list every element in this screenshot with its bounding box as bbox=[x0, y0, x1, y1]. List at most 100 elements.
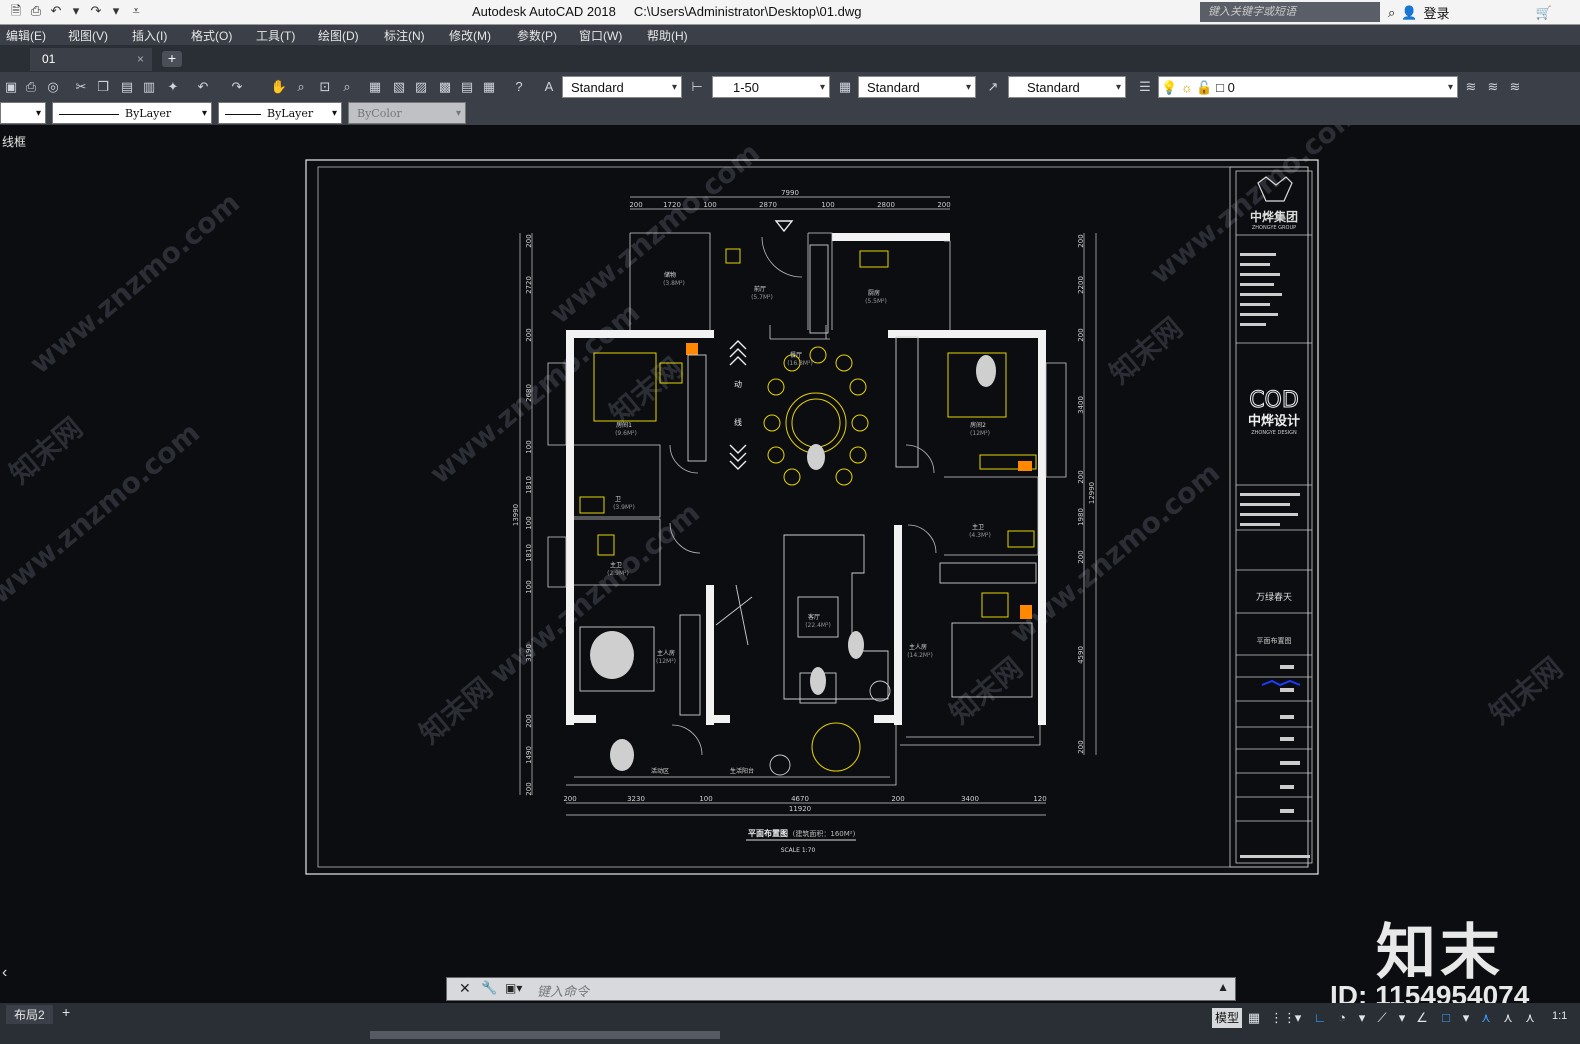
object-snap-icon[interactable]: □ bbox=[1438, 1008, 1454, 1028]
paste-icon[interactable]: ▤ bbox=[118, 78, 136, 96]
layer-previous-icon[interactable]: ≋ bbox=[1484, 78, 1502, 96]
chevron-left-icon[interactable]: ‹ bbox=[2, 964, 7, 982]
dropdown-icon[interactable]: ▾ bbox=[108, 3, 124, 19]
horizontal-scrollbar[interactable] bbox=[370, 1031, 720, 1039]
auto-scale-icon[interactable]: ⋏ bbox=[1500, 1008, 1516, 1028]
tool-palettes-icon[interactable]: ▨ bbox=[412, 78, 430, 96]
menu-edit[interactable]: 编辑(E) bbox=[6, 27, 46, 44]
pan-icon[interactable]: ✋ bbox=[270, 78, 288, 96]
login-label[interactable]: 登录 bbox=[1423, 3, 1449, 22]
menu-format[interactable]: 格式(O) bbox=[191, 27, 232, 44]
properties-icon[interactable]: ▦ bbox=[366, 78, 384, 96]
sheet-set-icon[interactable]: ▩ bbox=[436, 78, 454, 96]
model-space-button[interactable]: 模型 bbox=[1212, 1008, 1242, 1028]
menu-dimension[interactable]: 标注(N) bbox=[384, 27, 425, 44]
search-input[interactable]: 键入关键字或短语 bbox=[1200, 2, 1380, 22]
room-area: (16.3M²) bbox=[787, 360, 813, 367]
command-prompt-icon[interactable]: ▣▾ bbox=[505, 981, 522, 995]
lineweight-dropdown[interactable]: ByLayer ▾ bbox=[218, 102, 342, 124]
chevron-down-icon[interactable]: ▾ bbox=[1354, 1008, 1370, 1028]
sun-icon[interactable]: ☼ bbox=[1181, 80, 1193, 95]
binoculars-icon[interactable]: ⌕ bbox=[1388, 5, 1395, 21]
snap-icon[interactable]: ⋮⋮ bbox=[1270, 1008, 1296, 1028]
customize-icon[interactable]: ⩡ bbox=[128, 3, 144, 19]
text-style-icon[interactable]: A bbox=[540, 78, 558, 96]
match-properties-icon[interactable]: ▥ bbox=[140, 78, 158, 96]
cut-icon[interactable]: ✂ bbox=[72, 78, 90, 96]
wrench-icon[interactable]: 🔧 bbox=[481, 980, 497, 996]
tab-layout2[interactable]: 布局2 bbox=[6, 1005, 53, 1024]
dropdown-icon[interactable]: ▾ bbox=[68, 3, 84, 19]
polar-icon[interactable]: ◔ bbox=[1334, 1008, 1350, 1028]
menu-view[interactable]: 视图(V) bbox=[68, 27, 108, 44]
text-style-dropdown[interactable]: Standard ▾ bbox=[562, 76, 682, 98]
isodraft-icon[interactable]: ⟋ bbox=[1374, 1008, 1390, 1028]
copy-icon[interactable]: ❐ bbox=[94, 78, 112, 96]
user-icon[interactable]: 👤 bbox=[1401, 5, 1417, 21]
viewport-label[interactable]: 线框 bbox=[2, 133, 26, 150]
object-snap-tracking-icon[interactable]: ∠ bbox=[1414, 1008, 1430, 1028]
table-style-dropdown[interactable]: Standard ▾ bbox=[858, 76, 976, 98]
dim-style-icon[interactable]: ⊢ bbox=[688, 78, 706, 96]
zoom-previous-icon[interactable]: ⌕ bbox=[338, 78, 356, 96]
layer-properties-icon[interactable]: ☰ bbox=[1136, 78, 1154, 96]
watermark-text: 知末网 bbox=[943, 651, 1029, 730]
wardrobe-icon bbox=[679, 614, 701, 716]
table-style-icon[interactable]: ▦ bbox=[836, 78, 854, 96]
menu-draw[interactable]: 绘图(D) bbox=[318, 27, 359, 44]
multileader-style-icon[interactable]: ↗ bbox=[984, 78, 1002, 96]
multileader-style-dropdown[interactable]: Standard ▾ bbox=[1008, 76, 1126, 98]
drawing-canvas[interactable]: www.znzmo.com 知末网 www.znzmo.com www.znzm… bbox=[0, 125, 1580, 977]
chevron-down-icon[interactable]: ▾ bbox=[1458, 1008, 1474, 1028]
layer-dropdown[interactable]: 💡 ☼ 🔓 □ 0 ▾ bbox=[1158, 76, 1458, 98]
menu-help[interactable]: 帮助(H) bbox=[647, 27, 688, 44]
tab-01[interactable]: 01 × bbox=[30, 48, 152, 71]
chevron-up-icon[interactable]: ▲ bbox=[1217, 980, 1229, 994]
annotation-scale-icon[interactable]: ⋏ bbox=[1522, 1008, 1538, 1028]
lock-icon[interactable]: 🔓 bbox=[1196, 80, 1212, 95]
new-tab-button[interactable]: + bbox=[162, 51, 182, 67]
grid-icon[interactable]: ▦ bbox=[1246, 1008, 1262, 1028]
annotation-scale-value[interactable]: 1:1 bbox=[1552, 1010, 1567, 1022]
zoom-window-icon[interactable]: ⊡ bbox=[316, 78, 334, 96]
new-file-icon[interactable]: 🗎 bbox=[8, 3, 24, 19]
open-icon[interactable]: ▣ bbox=[2, 78, 20, 96]
menu-parametric[interactable]: 参数(P) bbox=[517, 27, 557, 44]
annotation-visibility-icon[interactable]: ⋏ bbox=[1478, 1008, 1494, 1028]
make-current-layer-icon[interactable]: ≋ bbox=[1462, 78, 1480, 96]
calculator-icon[interactable]: ▦ bbox=[480, 78, 498, 96]
redo-icon[interactable]: ↷ bbox=[228, 78, 246, 96]
undo-icon[interactable]: ↶ bbox=[194, 78, 212, 96]
ortho-icon[interactable]: ∟ bbox=[1312, 1008, 1328, 1028]
zoom-realtime-icon[interactable]: ⌕ bbox=[292, 78, 310, 96]
linetype-dropdown[interactable]: ByLayer ▾ bbox=[52, 102, 212, 124]
chevron-down-icon[interactable]: ▾ bbox=[1394, 1008, 1410, 1028]
block-editor-icon[interactable]: ✦ bbox=[164, 78, 182, 96]
lightbulb-icon[interactable]: 💡 bbox=[1161, 80, 1177, 95]
menu-modify[interactable]: 修改(M) bbox=[449, 27, 491, 44]
command-input[interactable]: 键入命令 bbox=[537, 981, 589, 1000]
dim-style-dropdown[interactable]: 1-50 ▾ bbox=[712, 76, 830, 98]
publish-icon[interactable]: ◎ bbox=[44, 78, 62, 96]
cart-icon[interactable]: 🛒 bbox=[1535, 5, 1551, 21]
design-center-icon[interactable]: ▧ bbox=[390, 78, 408, 96]
color-dropdown[interactable]: ▾ bbox=[0, 102, 46, 124]
print-icon[interactable]: ⎙ bbox=[28, 3, 44, 19]
help-icon[interactable]: ? bbox=[510, 78, 528, 96]
markup-icon[interactable]: ▤ bbox=[458, 78, 476, 96]
chevron-down-icon[interactable]: ▾ bbox=[1290, 1008, 1306, 1028]
line-sample bbox=[59, 113, 119, 115]
bed-icon bbox=[947, 352, 1007, 418]
undo-icon[interactable]: ↶ bbox=[48, 3, 64, 19]
menu-insert[interactable]: 插入(I) bbox=[132, 27, 167, 44]
menu-tools[interactable]: 工具(T) bbox=[256, 27, 295, 44]
login-area[interactable]: ⌕ 👤 登录 🛒 bbox=[1388, 3, 1552, 22]
menu-window[interactable]: 窗口(W) bbox=[579, 27, 622, 44]
layer-state-icon[interactable]: ≋ bbox=[1506, 78, 1524, 96]
close-icon[interactable]: ✕ bbox=[459, 980, 471, 997]
add-layout-button[interactable]: + bbox=[62, 1004, 70, 1020]
command-line[interactable]: ✕ 🔧 ▣▾ 键入命令 ▲ bbox=[446, 977, 1236, 1001]
redo-icon[interactable]: ↷ bbox=[88, 3, 104, 19]
plot-icon[interactable]: ⎙ bbox=[22, 78, 40, 96]
close-icon[interactable]: × bbox=[137, 48, 144, 71]
